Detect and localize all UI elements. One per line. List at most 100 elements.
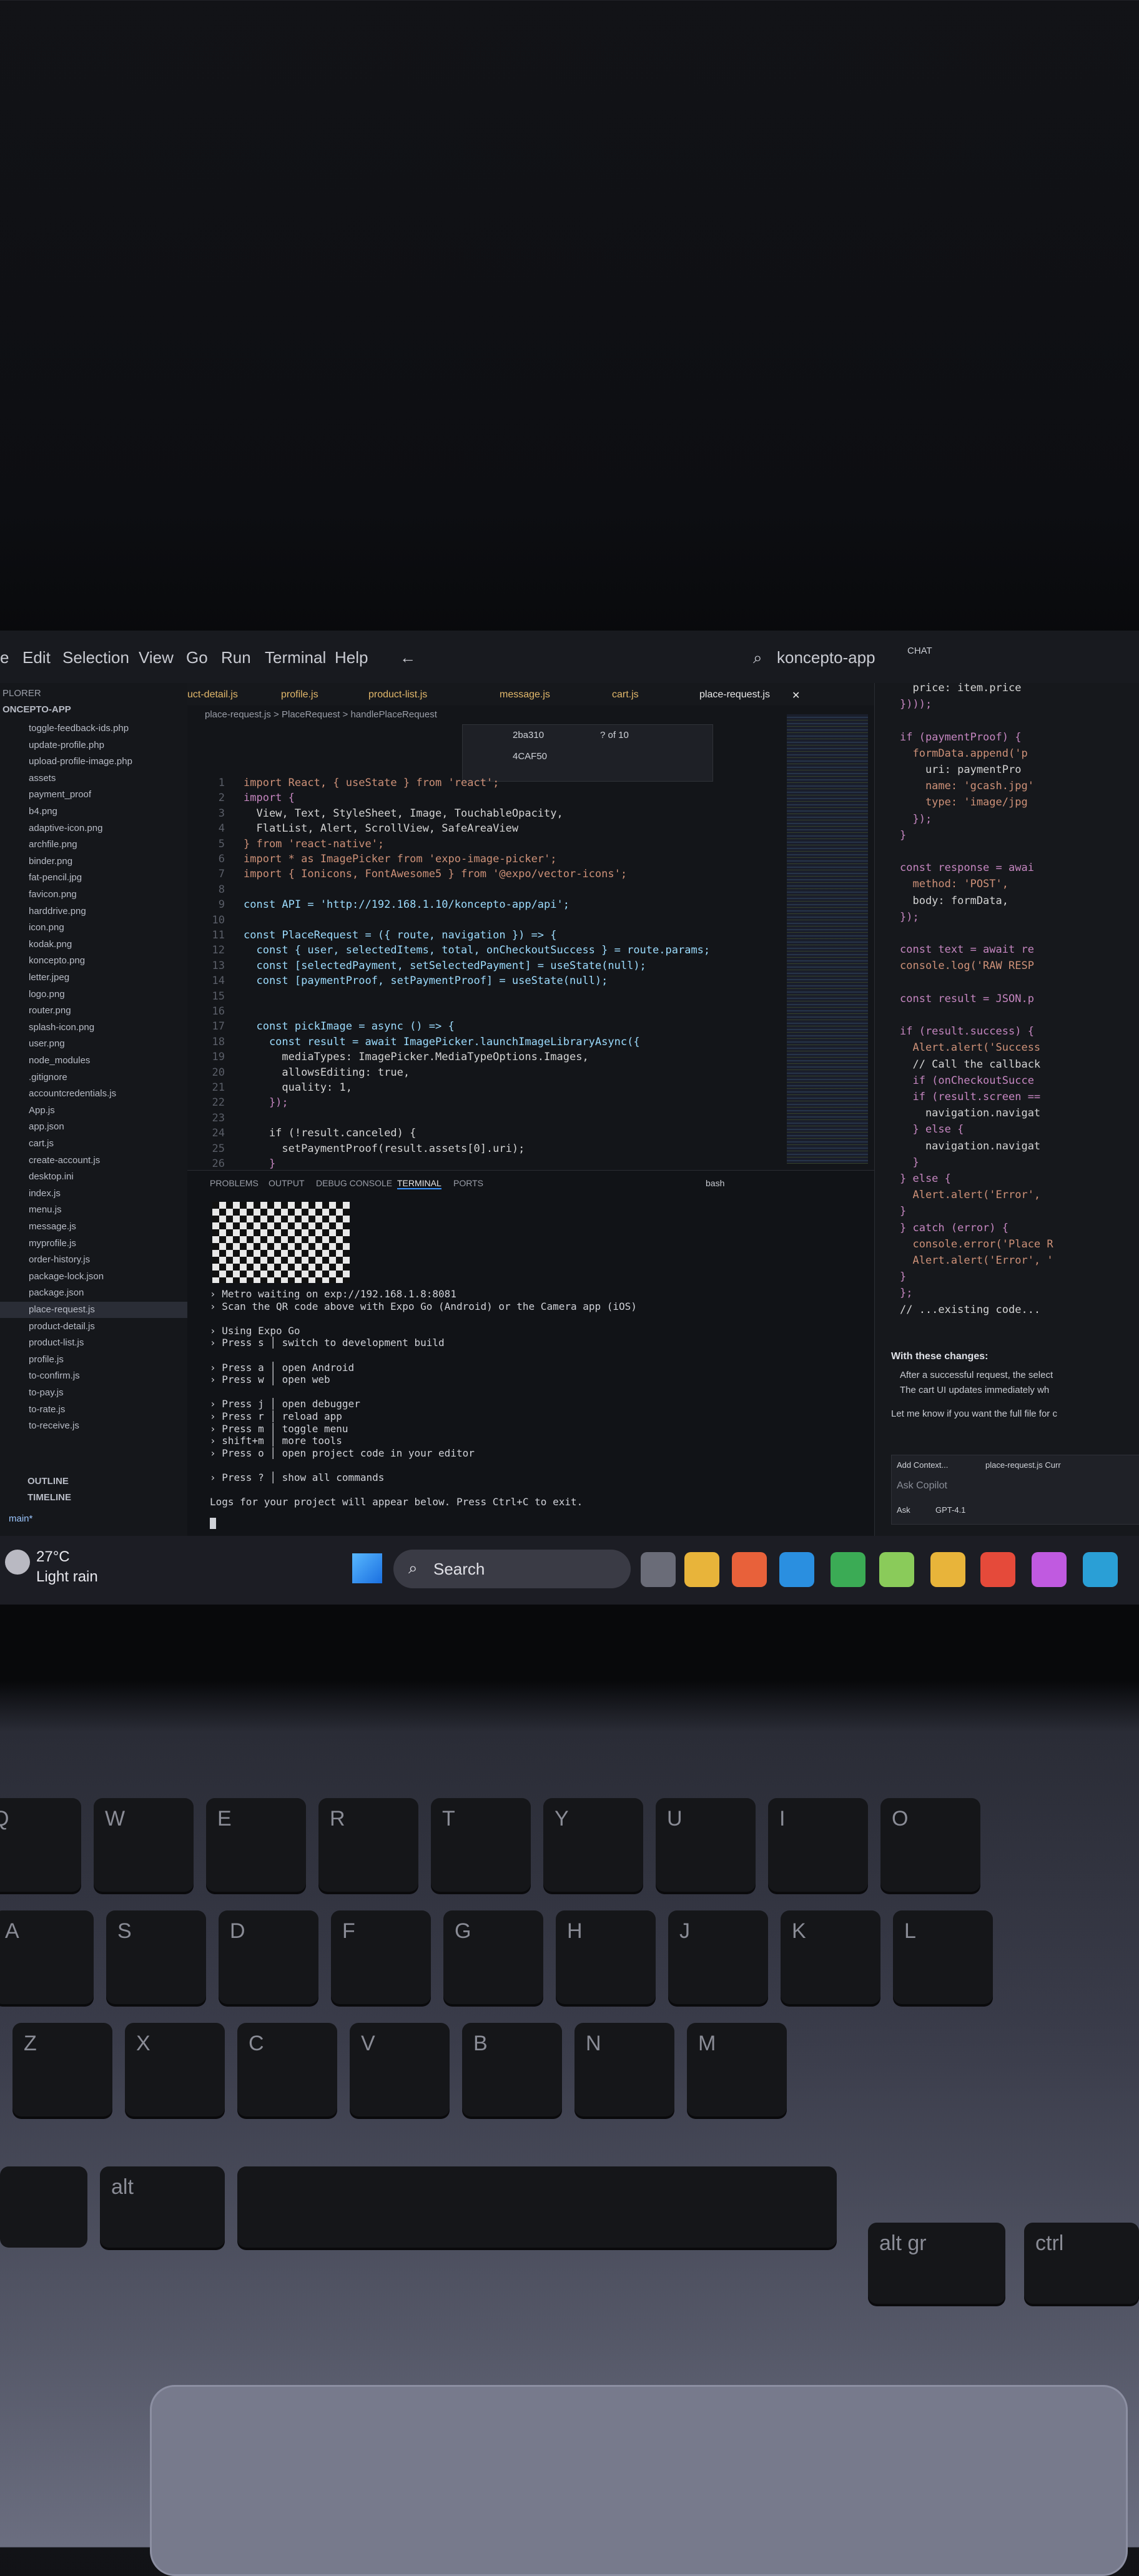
file-item[interactable]: binder.png (0, 853, 216, 870)
chrome-icon[interactable] (831, 1552, 865, 1587)
file-item[interactable]: index.jsM (0, 1186, 216, 1202)
code-line[interactable]: } from 'react-native'; (244, 838, 384, 850)
keyboard-key[interactable]: B (462, 2023, 562, 2116)
code-line[interactable]: allowsEditing: true, (244, 1066, 410, 1079)
file-item[interactable]: message.jsM (0, 1219, 216, 1235)
code-line[interactable]: mediaTypes: ImagePicker.MediaTypeOptions… (244, 1051, 588, 1063)
file-item[interactable]: to-receive.jsU (0, 1418, 216, 1434)
tab-product-list[interactable]: product-list.js (368, 689, 427, 701)
chat-input[interactable]: Ask Copilot (897, 1480, 947, 1492)
breadcrumb[interactable]: place-request.js > PlaceRequest > handle… (205, 709, 437, 720)
code-line[interactable]: View, Text, StyleSheet, Image, Touchable… (244, 807, 563, 820)
copilot-icon[interactable] (1032, 1552, 1067, 1587)
taskbar-search[interactable]: ⌕ Search (393, 1550, 631, 1588)
keyboard-key[interactable]: S (106, 1910, 206, 2004)
code-line[interactable]: import { (244, 792, 295, 804)
file-item[interactable]: myprofile.jsU (0, 1236, 216, 1252)
code-line[interactable]: } (244, 1158, 275, 1170)
file-item[interactable]: update-profile.php (0, 737, 216, 754)
file-item[interactable]: payment_proof (0, 787, 216, 803)
brave-browser-icon[interactable] (732, 1552, 767, 1587)
keyboard-key[interactable]: H (556, 1910, 656, 2004)
chat-mode-select[interactable]: Ask (897, 1505, 910, 1515)
code-line[interactable]: const [paymentProof, setPaymentProof] = … (244, 975, 608, 987)
file-item[interactable]: to-confirm.jsU (0, 1368, 216, 1384)
file-item[interactable]: place-request.jsU (0, 1302, 216, 1318)
file-item[interactable]: logo.png (0, 986, 216, 1003)
code-line[interactable]: setPaymentProof(result.assets[0].uri); (244, 1143, 525, 1155)
menu-edit[interactable]: Edit (22, 648, 51, 667)
file-item[interactable]: order-history.jsU (0, 1252, 216, 1268)
file-item[interactable]: upload-profile-image.php (0, 754, 216, 770)
file-item[interactable]: letter.jpeg (0, 970, 216, 986)
code-line[interactable]: import { Ionicons, FontAwesome5 } from '… (244, 868, 627, 880)
project-name[interactable]: ONCEPTO-APP (2, 702, 190, 718)
file-item[interactable]: package.jsonM (0, 1285, 216, 1301)
file-item[interactable]: favicon.png (0, 887, 216, 903)
code-line[interactable]: const [selectedPayment, setSelectedPayme… (244, 960, 646, 972)
trackpad[interactable] (150, 2385, 1128, 2576)
file-item[interactable]: menu.js (0, 1202, 216, 1218)
keyboard-key[interactable]: R (318, 1798, 418, 1892)
keyboard-key[interactable]: Q (0, 1798, 81, 1892)
tab-profile[interactable]: profile.js (281, 689, 318, 701)
space-bar[interactable] (237, 2166, 837, 2248)
file-item[interactable]: user.png (0, 1036, 216, 1052)
keyboard-key[interactable]: F (331, 1910, 431, 2004)
code-line[interactable]: FlatList, Alert, ScrollView, SafeAreaVie… (244, 822, 518, 835)
file-item[interactable]: harddrive.png (0, 903, 216, 920)
file-item[interactable]: adaptive-icon.png (0, 820, 216, 837)
file-item[interactable]: router.png (0, 1003, 216, 1019)
keyboard-key[interactable]: G (443, 1910, 543, 2004)
terminal-shell[interactable]: bash (706, 1178, 724, 1188)
tab-cart[interactable]: cart.js (612, 689, 639, 701)
file-item[interactable]: icon.png (0, 920, 216, 936)
file-item[interactable]: b4.png (0, 804, 216, 820)
keyboard-key[interactable]: V (350, 2023, 450, 2116)
keyboard-key[interactable]: Y (543, 1798, 643, 1892)
code-line[interactable]: if (!result.canceled) { (244, 1127, 416, 1139)
keyboard-key[interactable]: L (893, 1910, 993, 2004)
file-item[interactable]: fat-pencil.jpg (0, 870, 216, 886)
chrome-alt-icon[interactable] (980, 1552, 1015, 1587)
model-select[interactable]: GPT-4.1 (935, 1505, 965, 1515)
alt-gr-key[interactable]: alt gr (868, 2223, 1005, 2304)
ctrl-key[interactable]: ctrl (1024, 2223, 1139, 2304)
keyboard-key[interactable]: E (206, 1798, 306, 1892)
keyboard-key[interactable]: U (656, 1798, 756, 1892)
chrome-profile-icon[interactable] (930, 1552, 965, 1587)
menu-view[interactable]: View (139, 648, 174, 667)
edge-icon[interactable] (1083, 1552, 1118, 1587)
file-item[interactable]: koncepto.png (0, 953, 216, 969)
code-line[interactable]: quality: 1, (244, 1081, 352, 1094)
alt-key[interactable]: alt (100, 2166, 225, 2248)
file-item[interactable]: cart.jsM (0, 1136, 216, 1152)
menu-selection[interactable]: Selection (62, 648, 129, 667)
branch-indicator[interactable]: main* (9, 1511, 196, 1527)
file-item[interactable]: profile.jsM (0, 1352, 216, 1368)
code-line[interactable]: const API = 'http://192.168.1.10/koncept… (244, 898, 570, 911)
code-editor[interactable]: uct-detail.js profile.js product-list.js… (187, 683, 874, 1170)
tab-place-request[interactable]: place-request.js (699, 689, 770, 701)
file-item[interactable]: desktop.ini (0, 1169, 216, 1185)
keyboard-key[interactable]: J (668, 1910, 768, 2004)
code-line[interactable]: import React, { useState } from 'react'; (244, 777, 499, 789)
command-center-search[interactable]: koncepto-app (777, 648, 875, 667)
keyboard-key[interactable]: I (768, 1798, 868, 1892)
file-item[interactable]: .gitignore (0, 1069, 216, 1086)
keyboard-key[interactable]: W (94, 1798, 194, 1892)
find-input[interactable]: 2ba310 (513, 730, 544, 740)
keyboard-key[interactable]: X (125, 2023, 225, 2116)
context-file-chip[interactable]: place-request.js Curr (985, 1460, 1061, 1470)
file-item[interactable]: app.jsonM (0, 1119, 216, 1135)
file-item[interactable]: assets (0, 770, 216, 787)
replace-input[interactable]: 4CAF50 (513, 751, 547, 762)
weather-desc[interactable]: Light rain (36, 1568, 98, 1586)
tab-terminal[interactable]: TERMINAL (397, 1178, 441, 1189)
tab-message[interactable]: message.js (500, 689, 550, 701)
keyboard-key[interactable]: N (574, 2023, 674, 2116)
keyboard-key[interactable]: C (237, 2023, 337, 2116)
menu-run[interactable]: Run (221, 648, 251, 667)
file-item[interactable]: to-pay.jsU (0, 1385, 216, 1401)
tab-debug-console[interactable]: DEBUG CONSOLE (316, 1178, 392, 1188)
